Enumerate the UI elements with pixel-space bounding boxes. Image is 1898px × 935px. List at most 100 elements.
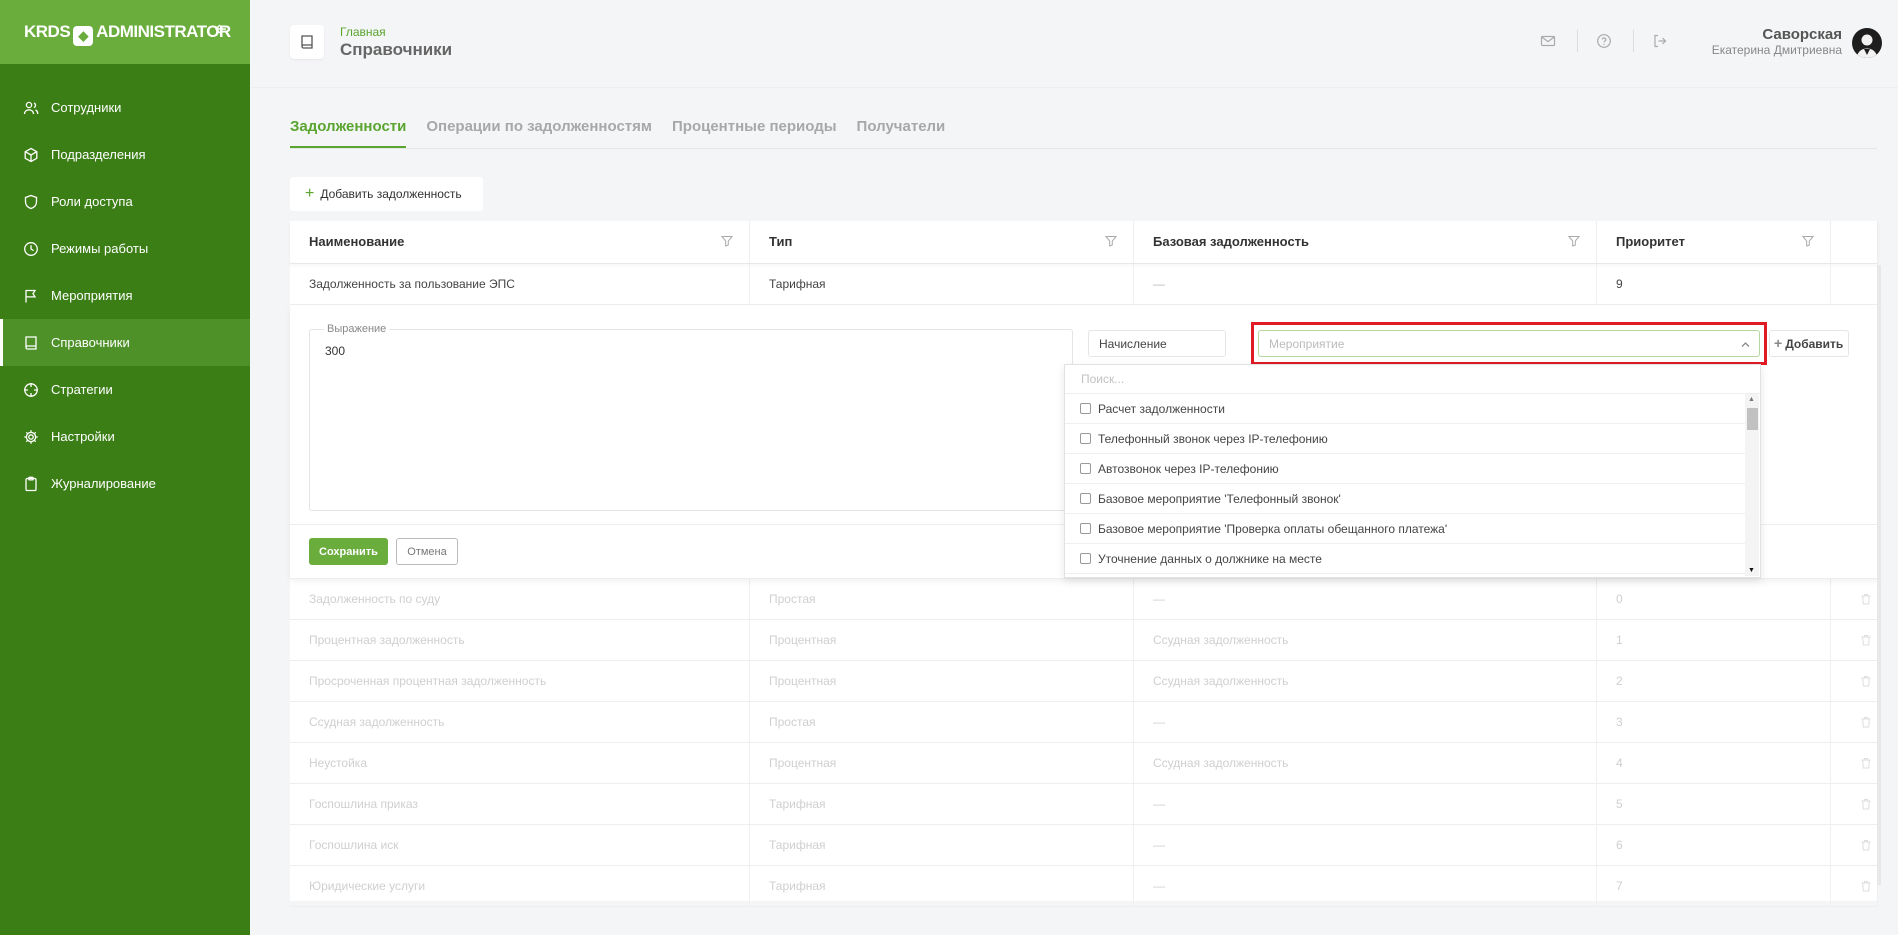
cell-name: Ссудная задолженность <box>290 702 750 742</box>
tab-debts[interactable]: Задолженности <box>290 118 407 148</box>
sidebar-item-events[interactable]: Мероприятия <box>0 272 250 319</box>
tab-recipients[interactable]: Получатели <box>857 118 946 148</box>
tab-debt-operations[interactable]: Операции по задолженностям <box>426 118 652 148</box>
trash-icon[interactable] <box>1860 675 1872 687</box>
shield-icon <box>23 194 39 210</box>
cell-priority: 6 <box>1597 825 1831 865</box>
cell-actions <box>1831 743 1878 783</box>
cell-actions <box>1831 579 1878 619</box>
cell-priority: 0 <box>1597 579 1831 619</box>
checkbox[interactable] <box>1080 433 1091 444</box>
sidebar-item-employees[interactable]: Сотрудники <box>0 84 250 131</box>
checkbox[interactable] <box>1080 403 1091 414</box>
trash-icon[interactable] <box>1860 757 1872 769</box>
trash-icon[interactable] <box>1860 716 1872 728</box>
arrow-left-icon <box>214 24 226 34</box>
sidebar-item-access-roles[interactable]: Роли доступа <box>0 178 250 225</box>
sidebar-item-directories[interactable]: Справочники <box>0 319 250 366</box>
cell-base-debt: — <box>1134 825 1597 865</box>
cell-name: Госпошлина иск <box>290 825 750 865</box>
table-row[interactable]: Процентная задолженность Процентная Ссуд… <box>290 620 1878 661</box>
filter-icon[interactable] <box>1802 235 1814 247</box>
dropdown-search-input[interactable]: Поиск... <box>1065 365 1760 394</box>
gear-icon <box>23 429 39 445</box>
trash-icon[interactable] <box>1860 798 1872 810</box>
avatar[interactable] <box>1852 28 1882 58</box>
breadcrumb-home[interactable]: Главная <box>340 25 386 39</box>
table-row[interactable]: Задолженность по суду Простая — 0 <box>290 579 1878 620</box>
dropdown-scrollbar[interactable]: ▲ ▼ <box>1745 394 1759 576</box>
table-row[interactable]: Юридические услуги Тарифная — 7 <box>290 866 1878 907</box>
sidebar-item-work-modes[interactable]: Режимы работы <box>0 225 250 272</box>
collapse-sidebar-button[interactable] <box>214 20 228 41</box>
table-row[interactable]: Госпошлина приказ Тарифная — 5 <box>290 784 1878 825</box>
page-title: Справочники <box>340 40 453 59</box>
save-button[interactable]: Сохранить <box>309 538 388 565</box>
accrual-select[interactable]: Начисление <box>1088 330 1226 357</box>
table-row[interactable]: Просроченная процентная задолженность Пр… <box>290 661 1878 702</box>
filter-icon[interactable] <box>1105 235 1117 247</box>
cancel-button[interactable]: Отмена <box>396 538 458 565</box>
sidebar-item-settings[interactable]: Настройки <box>0 413 250 460</box>
sidebar-item-label: Журналирование <box>51 476 156 491</box>
checkbox[interactable] <box>1080 523 1091 534</box>
filter-icon[interactable] <box>721 235 733 247</box>
mail-icon <box>1540 35 1556 47</box>
checkbox[interactable] <box>1080 463 1091 474</box>
scroll-thumb[interactable] <box>1747 408 1758 430</box>
filter-icon[interactable] <box>1568 235 1580 247</box>
table-row[interactable]: Госпошлина иск Тарифная — 6 <box>290 825 1878 866</box>
table-row[interactable]: Ссудная задолженность Простая — 3 <box>290 702 1878 743</box>
checkbox[interactable] <box>1080 493 1091 504</box>
sidebar-item-strategies[interactable]: Стратегии <box>0 366 250 413</box>
help-button[interactable] <box>1596 33 1612 49</box>
dropdown-option[interactable]: Базовое мероприятие 'Проверка оплаты обе… <box>1065 514 1745 544</box>
cell-type: Простая <box>750 702 1134 742</box>
add-debt-label: Добавить задолженность <box>320 187 462 201</box>
dropdown-option[interactable]: Уточнение данных о должнике на месте <box>1065 544 1745 574</box>
tab-interest-periods[interactable]: Процентные периоды <box>672 118 837 148</box>
dropdown-option[interactable]: Базовое мероприятие 'Телефонный звонок' <box>1065 484 1745 514</box>
logout-button[interactable] <box>1652 33 1668 49</box>
table-row[interactable]: Неустойка Процентная Ссудная задолженнос… <box>290 743 1878 784</box>
table-scrollbar[interactable] <box>1877 265 1881 885</box>
table-row-expanded[interactable]: Задолженность за пользование ЭПС Тарифна… <box>290 264 1878 305</box>
logo[interactable]: KRDS ◆ ADMINISTRATOR <box>24 22 231 46</box>
event-select[interactable]: Мероприятие <box>1258 330 1760 357</box>
trash-icon[interactable] <box>1860 839 1872 851</box>
sidebar-item-label: Режимы работы <box>51 241 149 256</box>
trash-icon[interactable] <box>1860 593 1872 605</box>
event-dropdown: Поиск... Расчет задолженности Телефонный… <box>1064 364 1761 578</box>
table-header: Наименование Тип Базовая задолженность П… <box>290 221 1878 264</box>
sidebar-nav: Сотрудники Подразделения Роли доступа Ре… <box>0 84 250 507</box>
sidebar-item-logging[interactable]: Журналирование <box>0 460 250 507</box>
cell-priority: 7 <box>1597 866 1831 906</box>
add-debt-button[interactable]: + Добавить задолженность <box>290 177 483 211</box>
sidebar-item-departments[interactable]: Подразделения <box>0 131 250 178</box>
column-header-name: Наименование <box>290 221 750 263</box>
sidebar-item-label: Мероприятия <box>51 288 133 303</box>
cell-priority: 9 <box>1597 264 1831 304</box>
dropdown-options: Расчет задолженности Телефонный звонок ч… <box>1065 394 1745 574</box>
expression-value: 300 <box>325 344 346 358</box>
cell-type: Тарифная <box>750 784 1134 824</box>
mail-button[interactable] <box>1540 33 1556 49</box>
column-header-priority: Приоритет <box>1597 221 1831 263</box>
cell-base-debt: — <box>1134 784 1597 824</box>
checkbox[interactable] <box>1080 553 1091 564</box>
dropdown-option[interactable]: Телефонный звонок через IP-телефонию <box>1065 424 1745 454</box>
scroll-up-icon[interactable]: ▲ <box>1748 396 1755 403</box>
expression-field[interactable]: Выражение 300 <box>309 323 1073 511</box>
dropdown-option[interactable]: Расчет задолженности <box>1065 394 1745 424</box>
dropdown-option[interactable]: Автозвонок через IP-телефонию <box>1065 454 1745 484</box>
add-event-label: Добавить <box>1785 337 1844 351</box>
trash-icon[interactable] <box>1860 634 1872 646</box>
option-label: Базовое мероприятие 'Телефонный звонок' <box>1098 491 1341 506</box>
page-icon-box <box>290 25 324 59</box>
cell-actions <box>1831 264 1878 304</box>
add-event-button[interactable]: + Добавить <box>1769 330 1849 357</box>
cell-actions <box>1831 866 1878 906</box>
user-last-name: Саворская <box>1762 26 1842 43</box>
scroll-down-icon[interactable]: ▼ <box>1748 567 1755 574</box>
trash-icon[interactable] <box>1860 880 1872 892</box>
